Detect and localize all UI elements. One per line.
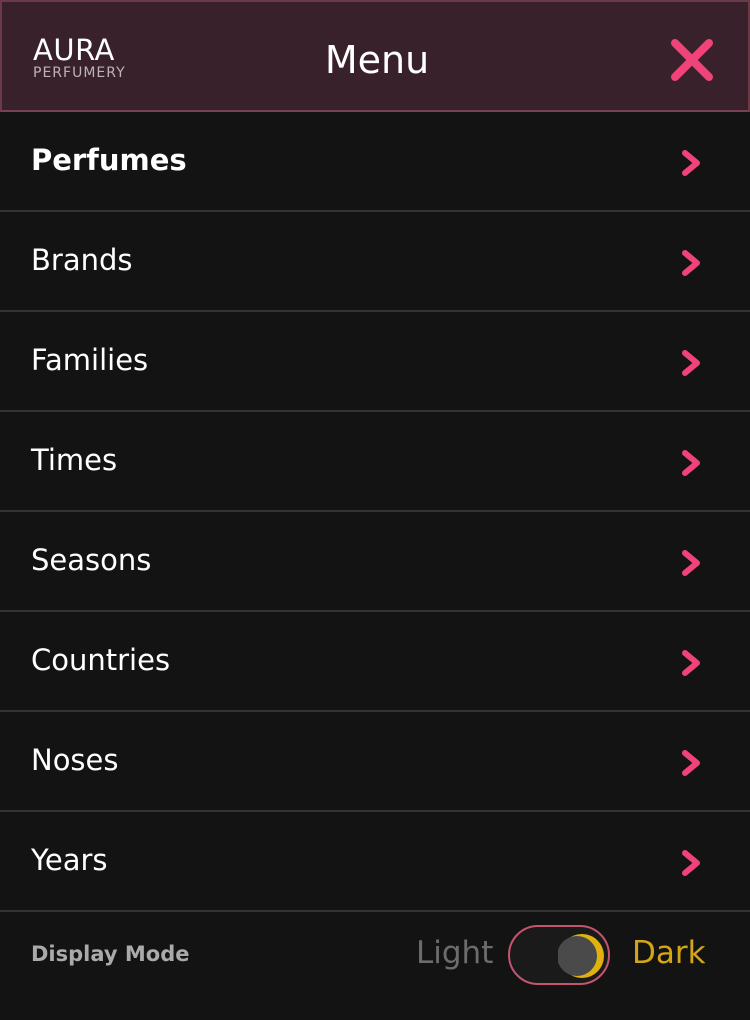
chevron-right-icon: [682, 650, 700, 676]
chevron-right-icon: [682, 250, 700, 276]
menu-item-label: Years: [31, 843, 108, 877]
menu-item-families[interactable]: Families: [0, 312, 750, 412]
menu-item-label: Brands: [31, 243, 133, 277]
chevron-right-icon: [682, 450, 700, 476]
main-menu: Perfumes Brands Families Times Seasons C…: [0, 112, 750, 912]
menu-item-label: Perfumes: [31, 143, 187, 177]
close-icon: [671, 39, 713, 81]
chevron-right-icon: [682, 750, 700, 776]
close-button[interactable]: [666, 34, 718, 86]
light-mode-label[interactable]: Light: [416, 932, 493, 974]
display-mode-footer: Display Mode Light Dark: [0, 908, 750, 1020]
menu-item-label: Families: [31, 343, 149, 377]
menu-header: AURA PERFUMERY Menu: [0, 0, 750, 112]
menu-item-seasons[interactable]: Seasons: [0, 512, 750, 612]
chevron-right-icon: [682, 550, 700, 576]
menu-item-perfumes[interactable]: Perfumes: [0, 112, 750, 212]
display-mode-toggle[interactable]: [508, 925, 610, 985]
moon-icon: [558, 934, 604, 978]
display-mode-label: Display Mode: [31, 942, 190, 966]
menu-item-label: Countries: [31, 643, 171, 677]
menu-item-brands[interactable]: Brands: [0, 212, 750, 312]
chevron-right-icon: [682, 850, 700, 876]
page-title: Menu: [324, 38, 430, 82]
chevron-right-icon: [682, 350, 700, 376]
menu-item-years[interactable]: Years: [0, 812, 750, 912]
menu-item-label: Times: [31, 443, 118, 477]
menu-item-label: Seasons: [31, 543, 152, 577]
menu-item-noses[interactable]: Noses: [0, 712, 750, 812]
menu-item-times[interactable]: Times: [0, 412, 750, 512]
chevron-right-icon: [682, 150, 700, 176]
menu-item-countries[interactable]: Countries: [0, 612, 750, 712]
menu-item-label: Noses: [31, 743, 119, 777]
dark-mode-label[interactable]: Dark: [632, 932, 706, 974]
